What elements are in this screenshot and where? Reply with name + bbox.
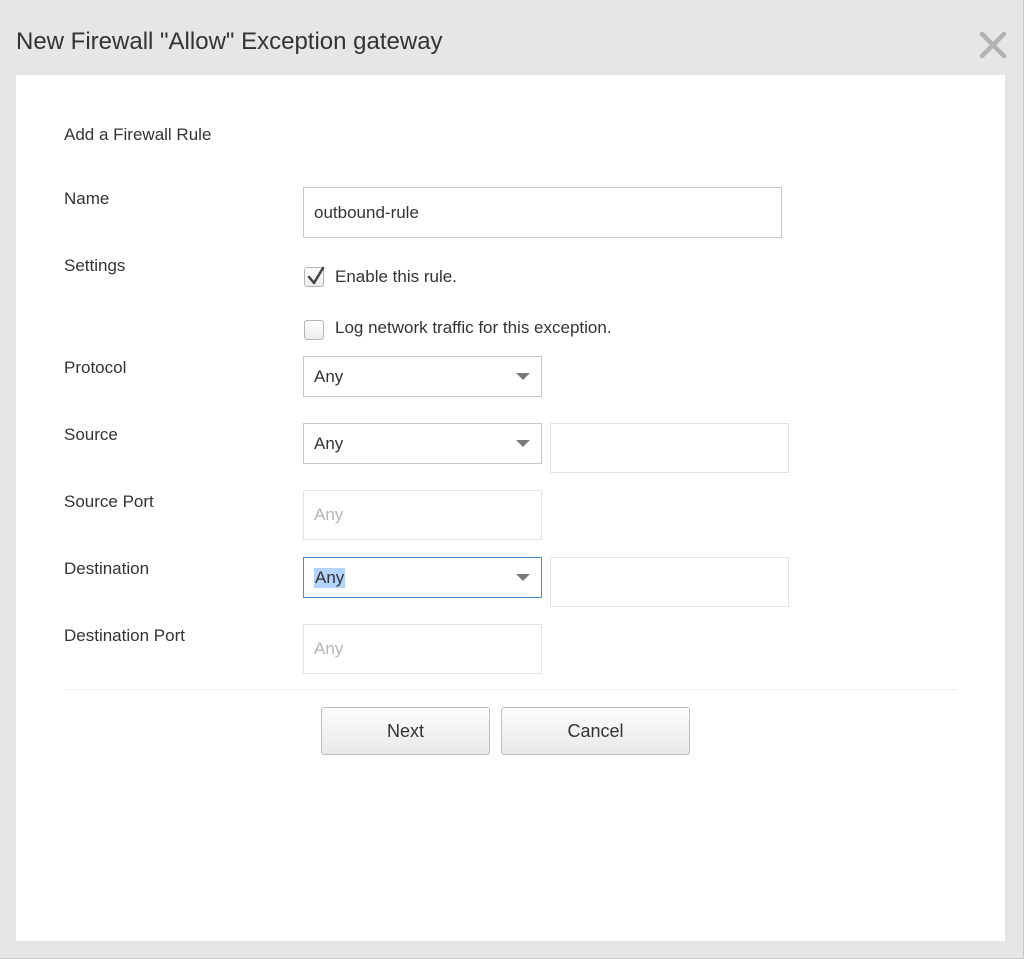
protocol-label: Protocol [64,358,127,377]
log-traffic-checkbox[interactable] [304,320,324,340]
enable-rule-checkbox[interactable] [304,266,325,287]
firewall-exception-dialog: New Firewall "Allow" Exception gateway A… [0,0,1024,959]
destination-address-input[interactable] [550,557,789,607]
divider [64,689,957,690]
destination-port-input[interactable] [303,624,542,674]
chevron-down-icon [516,440,530,447]
dialog-titlebar: New Firewall "Allow" Exception gateway [0,0,1024,75]
next-button[interactable]: Next [321,707,490,755]
source-label: Source [64,425,118,444]
name-input[interactable] [303,187,782,238]
enable-rule-label: Enable this rule. [335,267,457,286]
cancel-button[interactable]: Cancel [501,707,690,755]
chevron-down-icon [516,373,530,380]
dialog-content: Add a Firewall Rule Name Settings Enable… [16,75,1005,941]
protocol-select[interactable]: Any [303,356,542,397]
close-icon[interactable] [976,28,1010,62]
name-label: Name [64,189,110,208]
checkmark-icon [307,266,325,285]
destination-select[interactable]: Any [303,557,542,598]
source-port-label: Source Port [64,492,154,511]
source-address-input[interactable] [550,423,789,473]
source-select[interactable]: Any [303,423,542,464]
log-traffic-label: Log network traffic for this exception. [335,318,612,337]
protocol-selected-value: Any [314,367,344,386]
destination-selected-value: Any [314,568,346,588]
destination-port-label: Destination Port [64,626,185,645]
source-port-input[interactable] [303,490,542,540]
settings-label: Settings [64,256,126,275]
section-title: Add a Firewall Rule [64,125,212,144]
chevron-down-icon [516,574,530,581]
source-selected-value: Any [314,434,344,453]
destination-label: Destination [64,559,150,578]
dialog-title: New Firewall "Allow" Exception gateway [16,28,443,55]
